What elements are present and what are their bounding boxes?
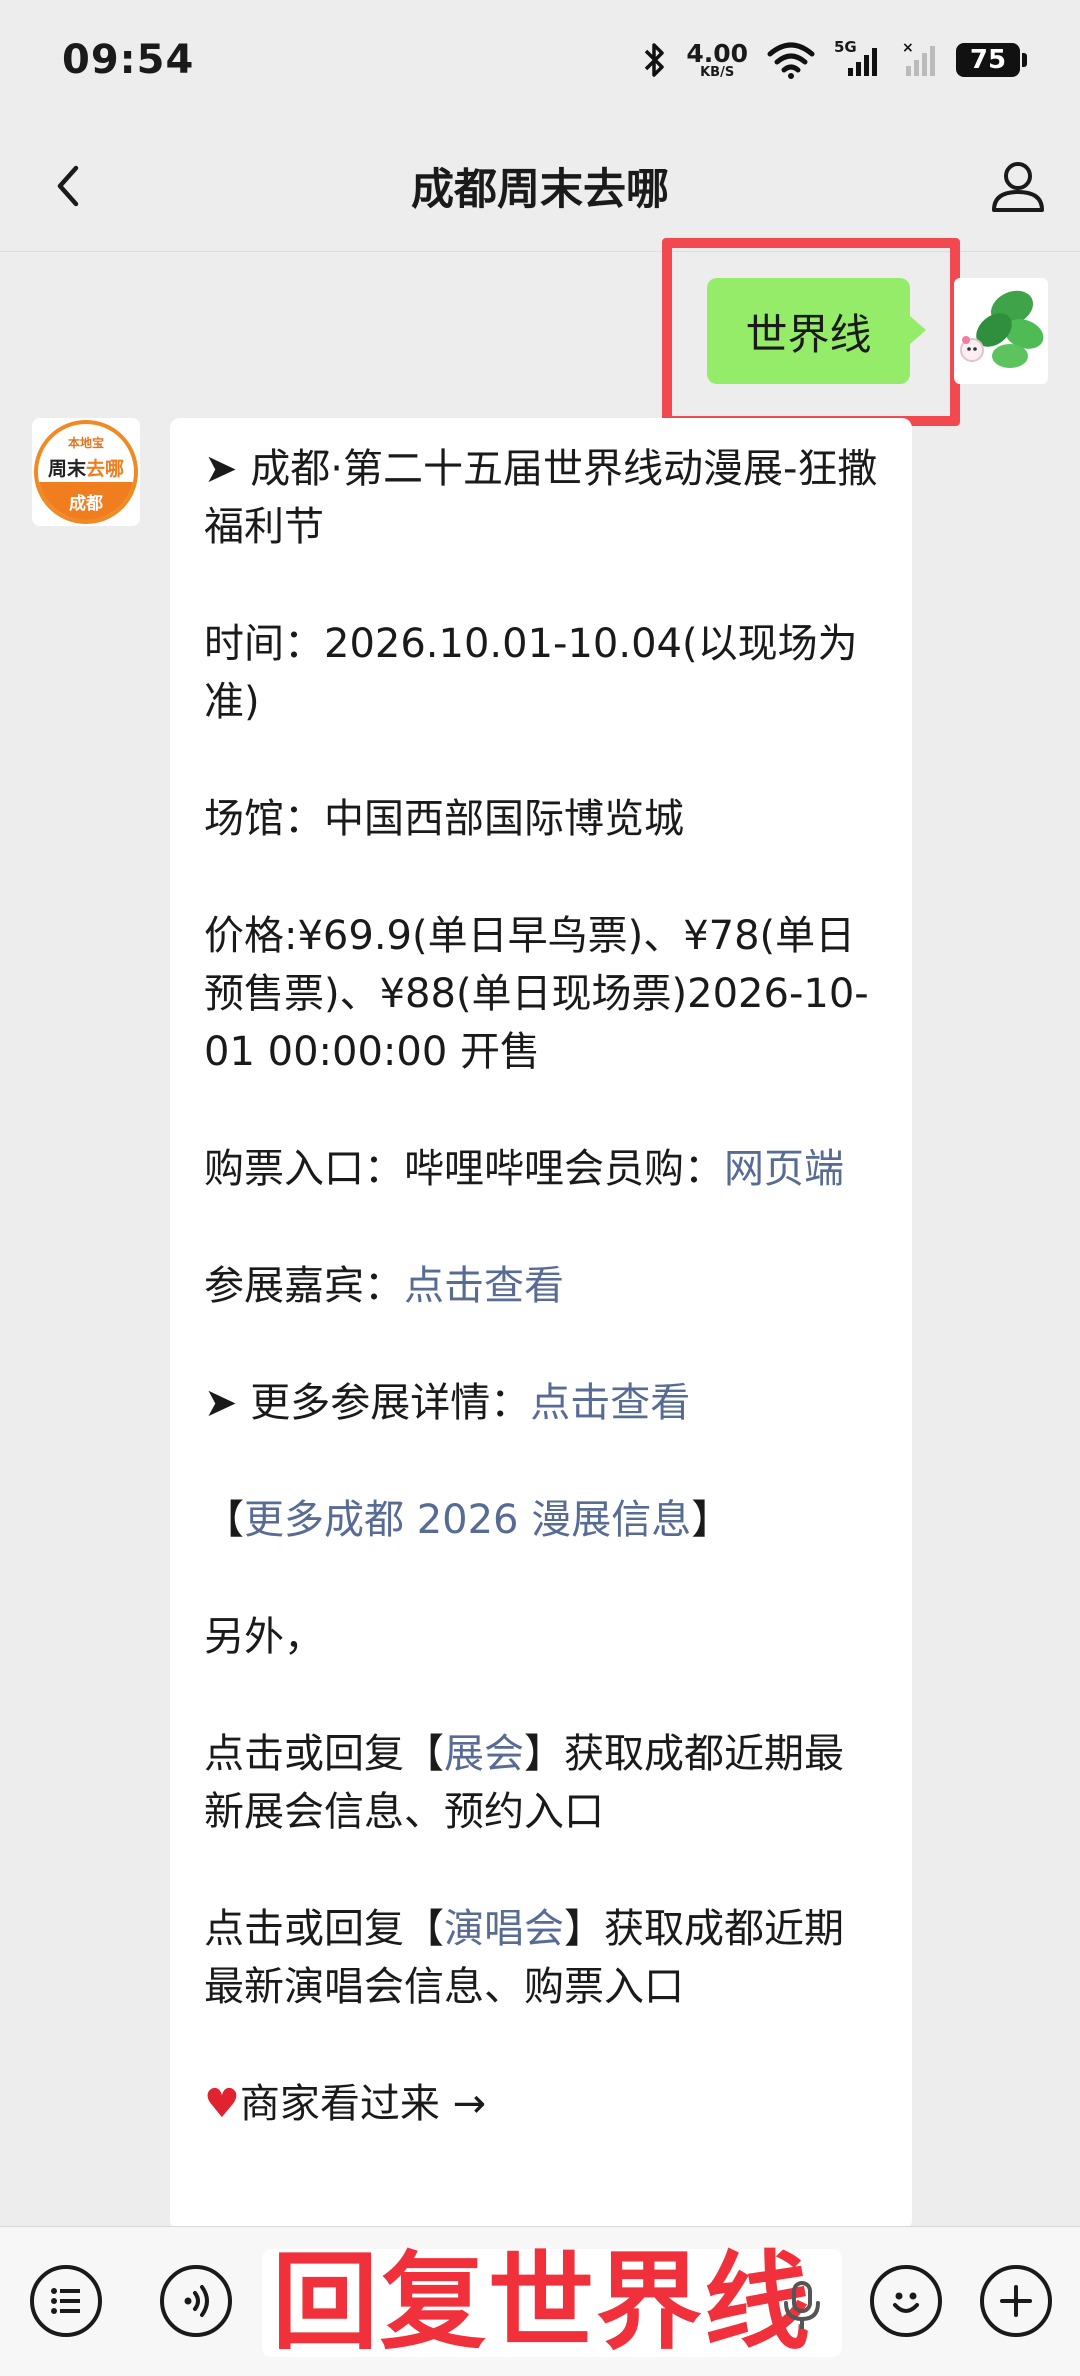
more-details-link[interactable]: 点击查看: [530, 1380, 690, 1426]
bluetooth-icon: [645, 43, 665, 77]
incoming-message-bubble: ➤ 成都·第二十五届世界线动漫展-狂撒福利节 时间：2026.10.01-10.…: [170, 418, 912, 2230]
back-button[interactable]: [40, 156, 100, 216]
event-time: 时间：2026.10.01-10.04(以现场为准): [204, 621, 858, 725]
heart-icon: ♥: [204, 2081, 240, 2127]
message-input-text: 回复世界线: [272, 2241, 812, 2364]
chat-header: 成都周末去哪: [0, 120, 1080, 252]
more-expo-info-link[interactable]: 更多成都 2026 漫展信息: [244, 1497, 691, 1543]
concert-entry: 点击或回复【演唱会】获取成都近期最新演唱会信息、购票入口: [204, 1906, 844, 2010]
concert-link[interactable]: 演唱会: [444, 1906, 564, 1952]
outgoing-message-bubble[interactable]: 世界线: [707, 278, 926, 384]
ticket-entry: 购票入口：哔哩哔哩会员购：网页端: [204, 1146, 844, 1192]
wifi-icon: [767, 42, 815, 79]
cellular-signal-icon: 5G: [834, 38, 884, 80]
event-price: 价格:¥69.9(单日早鸟票)、¥78(单日预售票)、¥88(单日现场票)202…: [204, 913, 869, 1075]
cellular-signal-2-icon: ×: [902, 40, 935, 76]
event-title: ➤ 成都·第二十五届世界线动漫展-狂撒福利节: [204, 446, 878, 550]
guest-entry: 参展嘉宾：点击查看: [204, 1263, 564, 1309]
emoji-button[interactable]: [870, 2265, 942, 2337]
expo-entry: 点击或回复【展会】获取成都近期最新展会信息、预约入口: [204, 1731, 844, 1835]
bot-avatar[interactable]: 本地宝 周末去哪 成都: [32, 418, 140, 526]
brand-logo: 本地宝 周末去哪 成都: [34, 420, 138, 524]
emoji-icon: [893, 2292, 919, 2313]
svg-text:×: ×: [902, 40, 914, 56]
more-details-entry: ➤ 更多参展详情：点击查看: [204, 1380, 691, 1426]
microphone-icon[interactable]: [780, 2279, 824, 2331]
more-expo-info: 【更多成都 2026 漫展信息】: [204, 1497, 732, 1543]
page-title: 成都周末去哪: [411, 164, 669, 215]
message-input[interactable]: 回复世界线: [262, 2249, 842, 2357]
voice-button[interactable]: [160, 2265, 232, 2337]
merchant-entry[interactable]: ♥商家看过来 →: [204, 2075, 878, 2133]
plus-button[interactable]: [980, 2265, 1052, 2337]
network-speed: 4.00 KB/S: [686, 39, 748, 80]
status-bar: 09:54 4.00 KB/S 5G × 75: [0, 0, 1080, 120]
expo-link[interactable]: 展会: [444, 1731, 524, 1777]
status-icons: 4.00 KB/S 5G × 75: [642, 38, 1027, 80]
event-venue: 场馆：中国西部国际博览城: [204, 796, 684, 842]
menu-button[interactable]: [30, 2265, 102, 2337]
voice-icon: [184, 2285, 209, 2317]
ticket-web-link[interactable]: 网页端: [724, 1146, 844, 1192]
list-menu-icon: [51, 2288, 80, 2314]
plus-icon: [1000, 2285, 1032, 2317]
battery-icon: 75: [956, 43, 1027, 77]
status-time: 09:54: [62, 37, 195, 83]
user-avatar[interactable]: [954, 278, 1048, 384]
profile-button[interactable]: [986, 154, 1050, 218]
guest-view-link[interactable]: 点击查看: [404, 1263, 564, 1309]
besides-text: 另外，: [204, 1614, 324, 1660]
input-bar: 回复世界线: [0, 2226, 1080, 2376]
